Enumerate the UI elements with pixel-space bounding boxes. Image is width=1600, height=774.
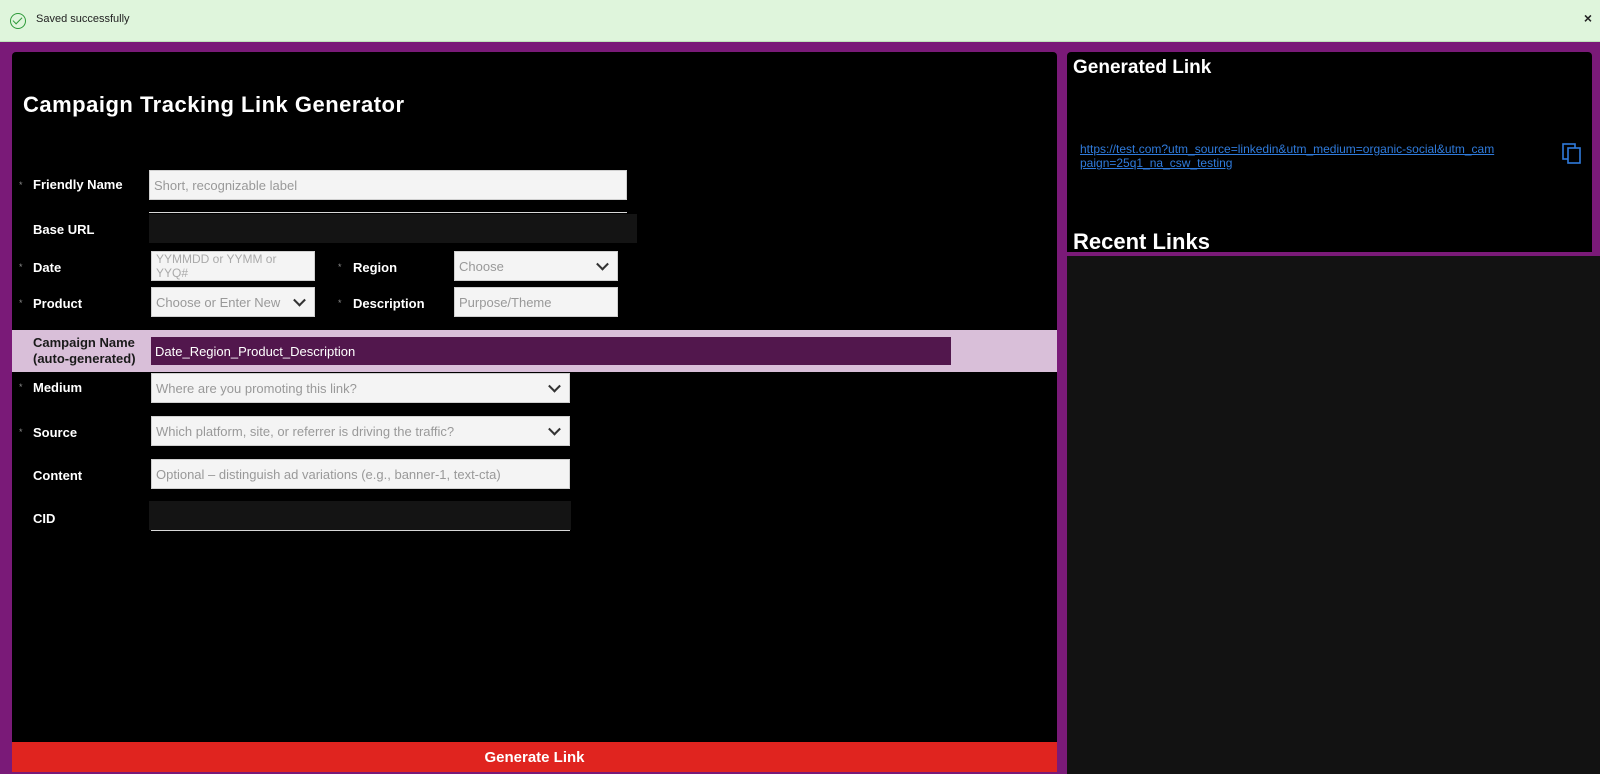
region-select[interactable]: Choose xyxy=(454,251,618,281)
page-title: Campaign Tracking Link Generator xyxy=(23,92,405,117)
success-toast: Saved successfully × xyxy=(0,0,1600,42)
content-input[interactable]: Optional – distinguish ad variations (e.… xyxy=(151,459,570,489)
description-input[interactable]: Purpose/Theme xyxy=(454,287,618,317)
content-label: Content xyxy=(33,468,83,483)
chevron-down-icon xyxy=(548,379,561,393)
required-marker: * xyxy=(338,262,342,272)
chevron-down-icon xyxy=(548,422,561,436)
source-label: Source xyxy=(33,425,78,440)
campaign-name-label: Campaign Name (auto-generated) xyxy=(33,335,136,366)
copy-icon[interactable] xyxy=(1562,143,1582,165)
product-combobox[interactable]: Choose or Enter New xyxy=(151,287,315,317)
date-label: Date xyxy=(33,260,62,275)
toast-message: Saved successfully xyxy=(36,13,130,25)
required-marker: * xyxy=(19,382,23,392)
region-label: Region xyxy=(353,260,398,275)
close-icon[interactable]: × xyxy=(1584,10,1592,26)
recent-links-list xyxy=(1067,256,1600,774)
campaign-name-value: Date_Region_Product_Description xyxy=(151,337,951,365)
product-label: Product xyxy=(33,296,83,311)
chevron-down-icon xyxy=(293,293,306,307)
medium-select[interactable]: Where are you promoting this link? xyxy=(151,373,570,403)
medium-label: Medium xyxy=(33,380,83,395)
required-marker: * xyxy=(19,298,23,308)
required-marker: * xyxy=(19,427,23,437)
field-underline xyxy=(151,530,570,531)
generated-link-panel: Generated Link https://test.com?utm_sour… xyxy=(1067,52,1592,254)
friendly-name-label: Friendly Name xyxy=(33,177,123,192)
required-marker: * xyxy=(338,298,342,308)
base-url-input[interactable] xyxy=(149,214,637,243)
campaign-name-row: Campaign Name (auto-generated) Date_Regi… xyxy=(12,330,1057,372)
generated-link-url[interactable]: https://test.com?utm_source=linkedin&utm… xyxy=(1080,142,1500,170)
cid-label: CID xyxy=(33,511,56,526)
cid-input[interactable] xyxy=(149,501,571,530)
description-label: Description xyxy=(353,296,425,311)
friendly-name-input[interactable]: Short, recognizable label xyxy=(149,170,627,200)
base-url-label: Base URL xyxy=(33,222,95,237)
required-marker: * xyxy=(19,262,23,272)
check-circle-icon xyxy=(10,13,26,29)
generated-link-title: Generated Link xyxy=(1073,57,1212,78)
generate-link-button[interactable]: Generate Link xyxy=(12,742,1057,772)
recent-links-title: Recent Links xyxy=(1073,229,1210,254)
date-input[interactable]: YYMMDD or YYMM or YYQ# xyxy=(151,251,315,281)
required-marker: * xyxy=(19,180,23,190)
source-select[interactable]: Which platform, site, or referrer is dri… xyxy=(151,416,570,446)
field-underline xyxy=(149,212,627,213)
link-generator-form: Campaign Tracking Link Generator * Frien… xyxy=(12,52,1057,772)
chevron-down-icon xyxy=(596,257,609,271)
